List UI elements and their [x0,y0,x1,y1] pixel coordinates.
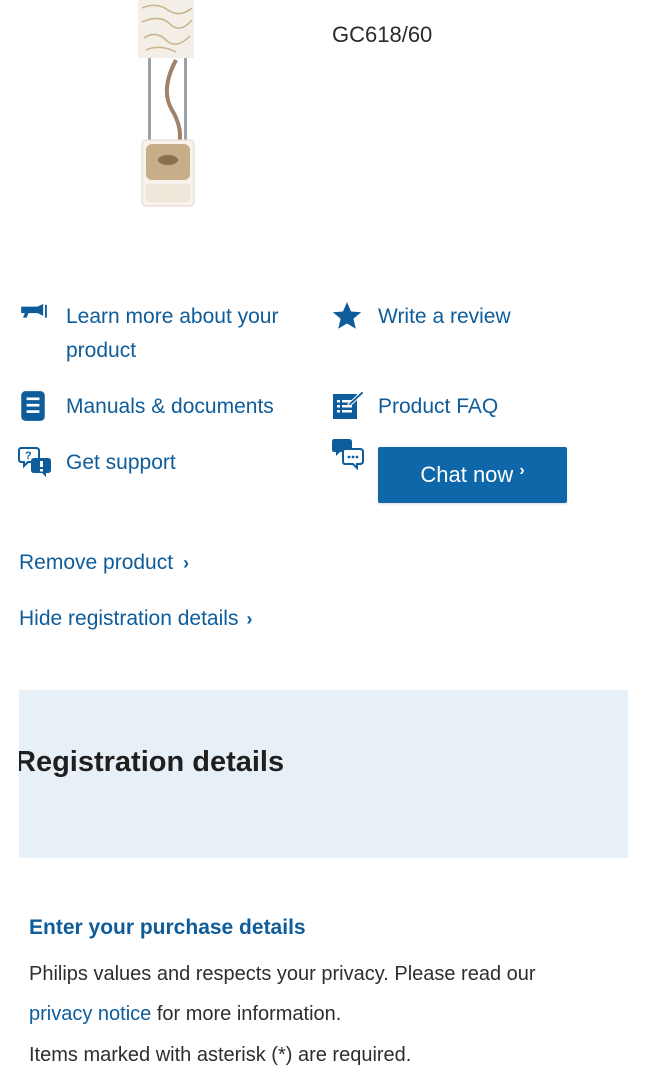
product-faq-label: Product FAQ [378,395,499,418]
learn-more-label-line2: product [66,339,137,362]
svg-text:?: ? [25,450,32,462]
chat-bubbles-icon [332,439,364,470]
faq-checklist-icon [333,390,364,419]
registration-details-header: Registration details [19,690,628,858]
remove-product-label: Remove product [19,551,174,574]
megaphone-icon [21,303,47,318]
privacy-text-line2-rest: for more information. [151,1003,342,1025]
hide-registration-label: Hide registration details [19,607,239,630]
star-icon [332,302,362,329]
learn-more-label-line1: Learn more about your [66,305,279,328]
privacy-text-line2: privacy notice for more information. [29,1003,341,1026]
privacy-notice-link[interactable]: privacy notice [29,1003,151,1025]
registration-details-title: Registration details [19,746,285,778]
purchase-details-heading: Enter your purchase details [29,916,306,939]
product-registration-page: GC618/60 Learn more about your product W… [0,0,648,1080]
hide-registration-details-link[interactable]: Hide registration details › [19,607,252,631]
privacy-text-line1: Philips values and respects your privacy… [29,963,536,985]
document-icon [21,391,45,421]
manuals-documents-label: Manuals & documents [66,395,274,418]
chevron-right-icon: › [183,553,190,573]
get-support-link[interactable]: ? Get support [18,446,308,480]
get-support-label: Get support [66,451,176,474]
manuals-documents-link[interactable]: Manuals & documents [18,390,308,424]
learn-more-link[interactable]: Learn more about your product [18,300,308,372]
remove-product-link[interactable]: Remove product › [19,551,189,575]
support-question-icon: ? [18,447,51,477]
garment-steamer-product-image [138,0,195,207]
chevron-right-icon: › [519,462,525,479]
product-faq-link[interactable]: Product FAQ [330,390,550,424]
write-review-link[interactable]: Write a review [330,300,550,334]
required-fields-note: Items marked with asterisk (*) are requi… [29,1044,412,1066]
chat-now-label: Chat now [420,462,514,487]
chevron-right-icon: › [246,609,253,629]
product-model-number: GC618/60 [332,22,433,47]
chat-now-button[interactable]: Chat now › [378,447,567,503]
write-review-label: Write a review [378,305,511,328]
